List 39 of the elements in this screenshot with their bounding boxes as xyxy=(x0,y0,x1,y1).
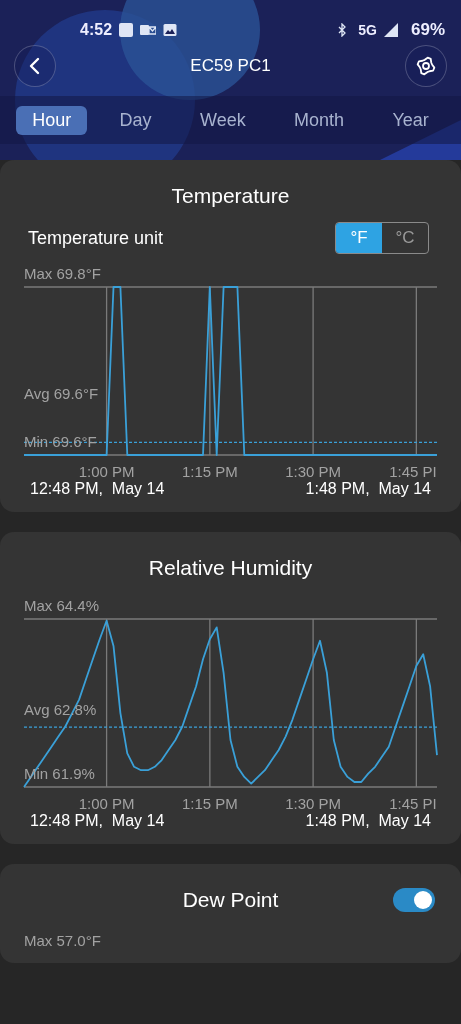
mail-icon xyxy=(140,23,157,37)
time-tick-label: 1:00 PM xyxy=(78,795,135,812)
time-tick-label: 1:15 PM xyxy=(181,795,238,812)
unit-label: Temperature unit xyxy=(28,227,164,249)
range-end: 1:48 PM, May 14 xyxy=(305,480,431,498)
period-tab[interactable]: Month xyxy=(278,105,361,135)
time-tick-label: 1:45 PI xyxy=(389,795,437,812)
period-tab[interactable]: Week xyxy=(183,105,262,135)
status-time: 4:52 xyxy=(80,21,113,39)
screen-title: EC59 PC1 xyxy=(190,56,271,76)
time-tick-label: 1:45 PI xyxy=(389,463,437,480)
back-button[interactable] xyxy=(14,45,56,87)
card-title: Temperature xyxy=(170,184,291,208)
app-icon xyxy=(119,23,134,37)
signal-icon xyxy=(383,23,398,37)
period-tab[interactable]: Day xyxy=(103,105,168,135)
battery-level: 69% xyxy=(410,20,445,40)
settings-button[interactable] xyxy=(405,45,447,87)
settings-icon xyxy=(416,56,436,76)
card-title: Relative Humidity xyxy=(147,556,314,580)
max-label: Max 57.0°F xyxy=(23,931,102,949)
max-label: Max 69.8°F xyxy=(24,265,101,282)
back-icon xyxy=(29,57,41,75)
unit-option[interactable]: °C xyxy=(382,223,428,253)
time-tick-label: 1:30 PM xyxy=(285,795,342,812)
period-tab[interactable]: Year xyxy=(376,105,445,135)
range-start: 12:48 PM, May 14 xyxy=(30,480,165,498)
average-label: Avg 69.6°F xyxy=(24,385,99,402)
time-tick-label: 1:30 PM xyxy=(285,463,342,480)
time-tick-label: 1:15 PM xyxy=(181,463,238,480)
toggle-switch[interactable] xyxy=(393,888,435,912)
period-tab[interactable]: Hour xyxy=(16,105,88,135)
network-label: 5G xyxy=(358,22,377,38)
time-tick-label: 1:00 PM xyxy=(78,463,135,480)
max-label: Max 64.4% xyxy=(24,597,100,614)
range-end: 1:48 PM, May 14 xyxy=(305,812,431,830)
card-title: Dew Point xyxy=(182,888,279,912)
range-start: 12:48 PM, May 14 xyxy=(30,812,165,830)
bluetooth-icon xyxy=(337,23,348,37)
